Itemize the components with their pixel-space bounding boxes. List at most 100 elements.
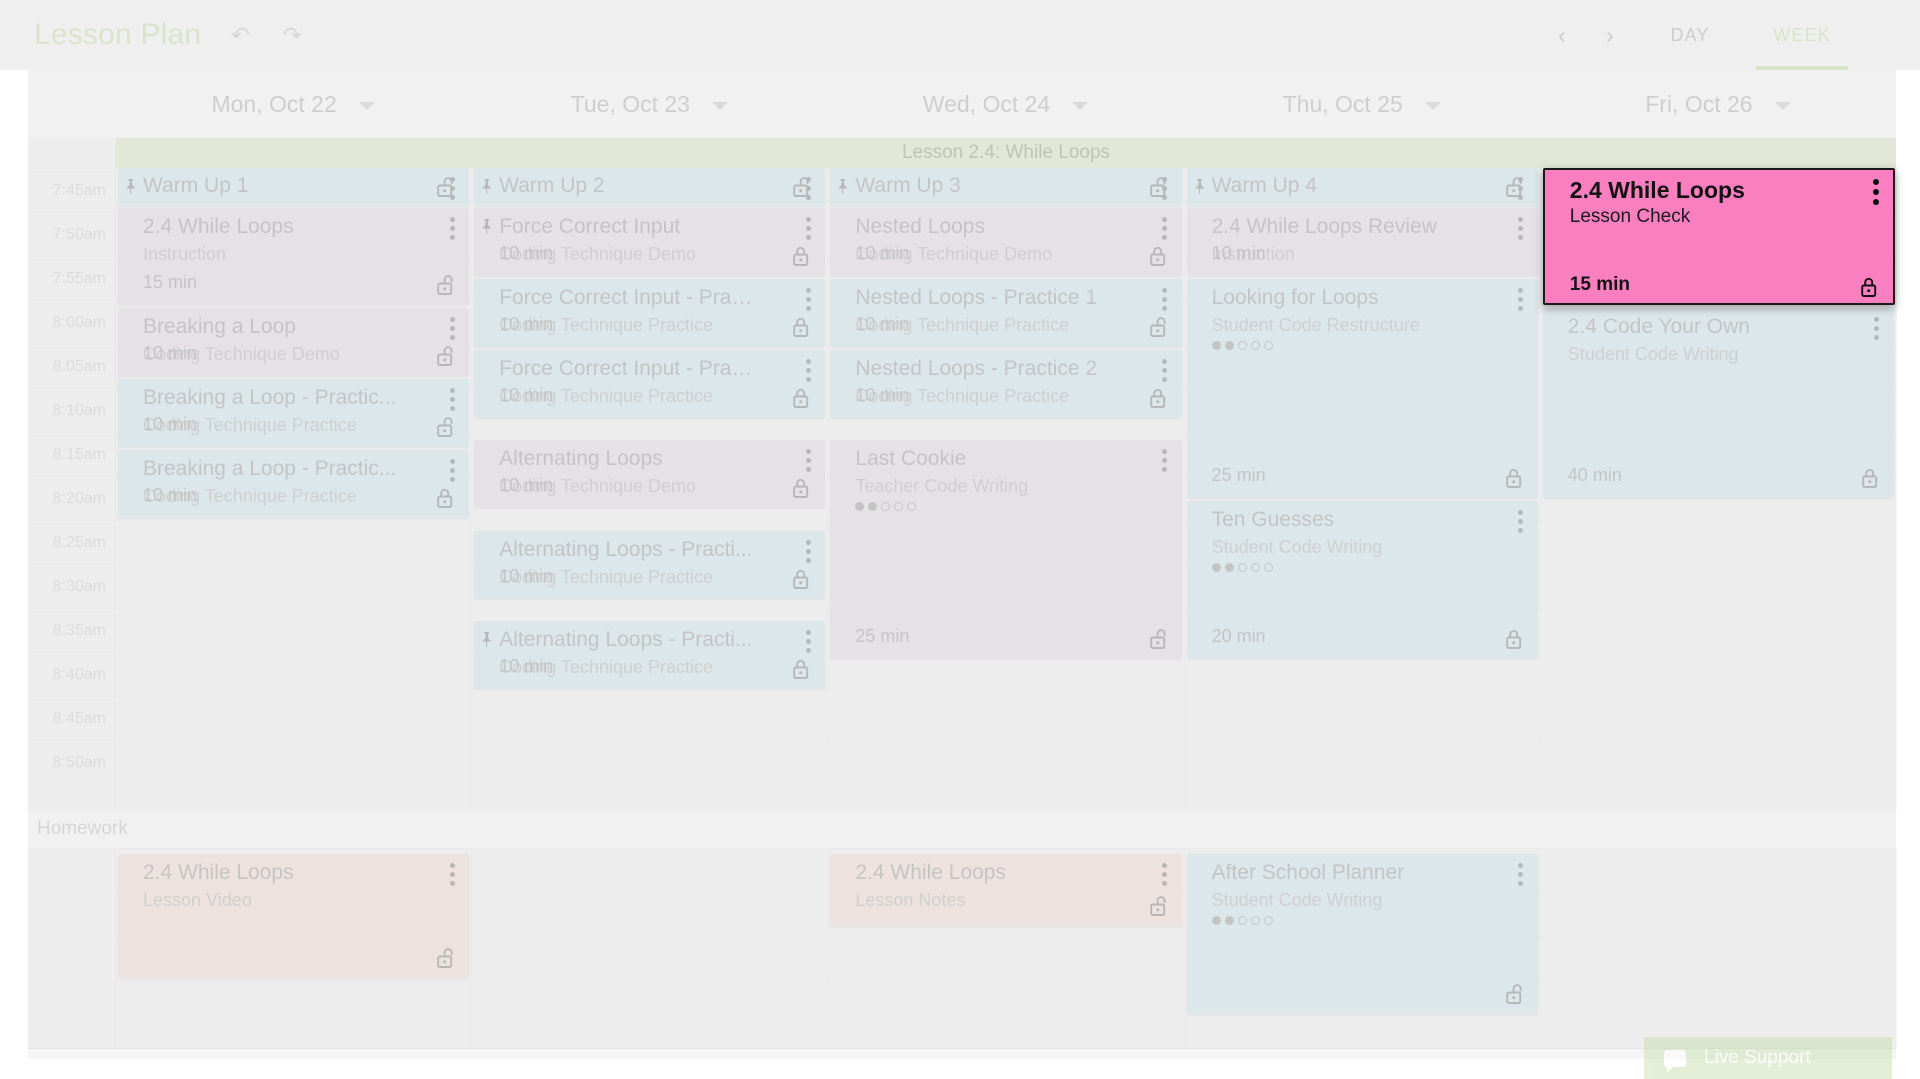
card-menu-kebab-icon[interactable] bbox=[1518, 288, 1524, 311]
activity-card[interactable]: Force Correct Input Coding Technique Demo… bbox=[474, 208, 826, 276]
pin-icon bbox=[1193, 178, 1206, 198]
homework-card[interactable]: After School Planner Student Code Writing bbox=[1186, 854, 1538, 1014]
card-menu-kebab-icon[interactable] bbox=[805, 630, 811, 653]
card-menu-kebab-icon[interactable] bbox=[805, 288, 811, 311]
lock-closed-icon[interactable] bbox=[1148, 244, 1170, 273]
activity-card[interactable]: Alternating Loops - Practi... Coding Tech… bbox=[474, 621, 826, 689]
next-week-button[interactable]: › bbox=[1586, 22, 1634, 49]
lock-closed-icon[interactable] bbox=[1148, 386, 1170, 415]
card-menu-kebab-icon[interactable] bbox=[1162, 449, 1168, 472]
grid-rule bbox=[1540, 696, 1896, 740]
chevron-down-icon[interactable] bbox=[1072, 102, 1089, 110]
card-subtitle: Student Code Writing bbox=[1211, 890, 1383, 910]
activity-card[interactable]: Nested Loops - Practice 1 Coding Techniqu… bbox=[830, 279, 1182, 347]
card-title: Warm Up 3 bbox=[855, 174, 961, 197]
lock-open-icon[interactable] bbox=[791, 175, 813, 204]
day-header-thu[interactable]: Thu, Oct 25 bbox=[1184, 70, 1540, 138]
lock-open-icon[interactable] bbox=[1504, 175, 1526, 204]
lock-closed-icon[interactable] bbox=[1504, 627, 1526, 656]
lock-open-icon[interactable] bbox=[1148, 175, 1170, 204]
activity-card[interactable]: Force Correct Input - Prac... Coding Tech… bbox=[474, 350, 826, 418]
activity-card[interactable]: Alternating Loops Coding Technique Demo 10… bbox=[474, 440, 826, 508]
card-menu-kebab-icon[interactable] bbox=[449, 863, 455, 886]
activity-card[interactable]: Nested Loops Coding Technique Demo 10 min bbox=[830, 208, 1182, 276]
card-menu-kebab-icon[interactable] bbox=[1518, 510, 1524, 533]
activity-card[interactable]: Warm Up 2 bbox=[474, 168, 826, 206]
lock-open-icon[interactable] bbox=[435, 344, 457, 373]
day-header-label: Wed, Oct 24 bbox=[922, 90, 1051, 117]
card-menu-kebab-icon[interactable] bbox=[805, 449, 811, 472]
day-header-fri[interactable]: Fri, Oct 26 bbox=[1540, 70, 1896, 138]
lock-closed-icon[interactable] bbox=[791, 476, 813, 505]
lock-closed-icon[interactable] bbox=[791, 386, 813, 415]
day-header-mon[interactable]: Mon, Oct 22 bbox=[115, 70, 471, 138]
chevron-down-icon[interactable] bbox=[1774, 102, 1791, 110]
card-title: Alternating Loops bbox=[499, 447, 663, 470]
activity-card[interactable]: Warm Up 3 bbox=[830, 168, 1182, 206]
activity-card[interactable]: Nested Loops - Practice 2 Coding Techniqu… bbox=[830, 350, 1182, 418]
activity-card[interactable]: Ten Guesses Student Code Writing 20 min bbox=[1186, 501, 1538, 659]
card-menu-kebab-icon[interactable] bbox=[1518, 863, 1524, 886]
card-duration: 10 min bbox=[499, 314, 554, 334]
lock-open-icon[interactable] bbox=[435, 415, 457, 444]
card-subtitle: Instruction bbox=[143, 244, 227, 264]
card-menu-kebab-icon[interactable] bbox=[805, 217, 811, 240]
tab-day[interactable]: DAY bbox=[1634, 0, 1746, 70]
homework-card[interactable]: 2.4 While Loops Lesson Notes bbox=[830, 854, 1182, 926]
activity-card[interactable]: Force Correct Input - Prac... Coding Tech… bbox=[474, 279, 826, 347]
tab-week[interactable]: WEEK bbox=[1746, 0, 1858, 70]
day-header-wed[interactable]: Wed, Oct 24 bbox=[827, 70, 1183, 138]
card-menu-kebab-icon[interactable] bbox=[1874, 317, 1880, 340]
card-menu-kebab-icon[interactable] bbox=[1162, 359, 1168, 382]
chevron-down-icon[interactable] bbox=[711, 102, 728, 110]
redo-icon[interactable]: ↷ bbox=[279, 22, 305, 49]
card-title: Ten Guesses bbox=[1211, 508, 1335, 531]
activity-card[interactable]: 2.4 While Loops Review Instruction 10 min bbox=[1186, 208, 1538, 276]
card-menu-kebab-icon[interactable] bbox=[449, 317, 455, 340]
grid-rule bbox=[1540, 980, 1896, 1024]
lock-closed-icon[interactable] bbox=[791, 657, 813, 686]
card-menu-kebab-icon[interactable] bbox=[1162, 863, 1168, 886]
lock-open-icon[interactable] bbox=[435, 273, 457, 302]
card-menu-kebab-icon[interactable] bbox=[449, 388, 455, 411]
activity-card[interactable]: 2.4 While Loops Instruction 15 min bbox=[118, 208, 470, 305]
activity-card[interactable]: Breaking a Loop - Practic... Coding Techn… bbox=[118, 379, 470, 447]
card-menu-kebab-icon[interactable] bbox=[805, 540, 811, 563]
lock-open-icon[interactable] bbox=[435, 175, 457, 204]
lock-open-icon[interactable] bbox=[1504, 982, 1526, 1011]
activity-card[interactable]: Breaking a Loop Coding Technique Demo 10 m… bbox=[118, 308, 470, 376]
activity-card[interactable]: 2.4 Code Your Own Student Code Writing 40 … bbox=[1542, 308, 1894, 498]
card-menu-kebab-icon[interactable] bbox=[1162, 217, 1168, 240]
activity-card[interactable]: Last Cookie Teacher Code Writing 25 min bbox=[830, 440, 1182, 659]
day-header-tue[interactable]: Tue, Oct 23 bbox=[471, 70, 827, 138]
lock-closed-icon[interactable] bbox=[435, 486, 457, 515]
activity-card[interactable]: Looking for Loops Student Code Restructur… bbox=[1186, 279, 1538, 498]
lock-open-icon[interactable] bbox=[1148, 894, 1170, 923]
live-support-label: Live Support bbox=[1704, 1047, 1811, 1068]
card-menu-kebab-icon[interactable] bbox=[1162, 288, 1168, 311]
card-menu-kebab-icon[interactable] bbox=[805, 359, 811, 382]
chevron-down-icon[interactable] bbox=[358, 102, 375, 110]
lock-closed-icon[interactable] bbox=[791, 244, 813, 273]
lock-closed-icon[interactable] bbox=[1860, 466, 1882, 495]
homework-card[interactable]: 2.4 While Loops Lesson Video bbox=[118, 854, 470, 978]
prev-week-button[interactable]: ‹ bbox=[1538, 22, 1586, 49]
lock-closed-icon[interactable] bbox=[1504, 466, 1526, 495]
time-label: 8:30am bbox=[28, 564, 115, 608]
lock-closed-icon[interactable] bbox=[791, 315, 813, 344]
lock-open-icon[interactable] bbox=[1148, 315, 1170, 344]
activity-card[interactable]: Warm Up 4 bbox=[1186, 168, 1538, 206]
lock-closed-icon[interactable] bbox=[791, 567, 813, 596]
card-menu-kebab-icon[interactable] bbox=[1518, 217, 1524, 240]
undo-icon[interactable]: ↶ bbox=[227, 22, 253, 49]
card-menu-kebab-icon[interactable] bbox=[449, 459, 455, 482]
lock-open-icon[interactable] bbox=[1148, 627, 1170, 656]
activity-card[interactable]: Alternating Loops - Practi... Coding Tech… bbox=[474, 531, 826, 599]
live-support-button[interactable]: Live Support bbox=[1644, 1037, 1892, 1079]
activity-card[interactable]: Breaking a Loop - Practic... Coding Techn… bbox=[118, 450, 470, 518]
card-menu-kebab-icon[interactable] bbox=[449, 217, 455, 240]
lock-open-icon[interactable] bbox=[435, 946, 457, 975]
chevron-down-icon[interactable] bbox=[1424, 102, 1441, 110]
grid-rule bbox=[828, 740, 1184, 784]
activity-card[interactable]: Warm Up 1 bbox=[118, 168, 470, 206]
